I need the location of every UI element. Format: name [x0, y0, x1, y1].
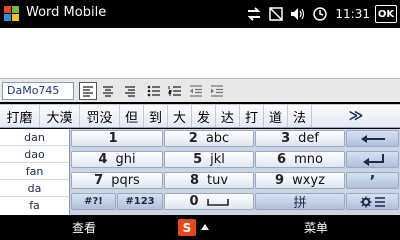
pinyin-option[interactable]: da [0, 180, 69, 197]
status-area[interactable]: 11:31 [245, 4, 370, 24]
ime-logo-icon[interactable]: S [178, 219, 196, 236]
candidate-item[interactable]: 大 [168, 105, 192, 127]
enter-icon [362, 153, 384, 166]
numbered-list-icon[interactable] [166, 82, 184, 100]
pinyin-mode-key[interactable]: 拼 [255, 193, 345, 211]
align-right-icon[interactable] [121, 82, 139, 100]
format-toolbar: DaMo745 [0, 78, 400, 102]
candidate-item[interactable]: 法 [288, 105, 312, 127]
enter-key[interactable] [346, 151, 399, 168]
key-8[interactable]: 8 tuv [164, 172, 254, 189]
bullet-list-icon[interactable] [145, 82, 163, 100]
backspace-key[interactable] [346, 130, 399, 147]
pinyin-option[interactable]: dan [0, 129, 69, 146]
candidate-item[interactable]: 打磨 [0, 105, 40, 127]
settings-key[interactable] [346, 193, 399, 210]
indent-icon[interactable] [208, 82, 226, 100]
candidate-item[interactable]: 到 [144, 105, 168, 127]
align-center-icon[interactable] [99, 82, 117, 100]
sync-icon [245, 5, 263, 23]
settings-icon [360, 196, 385, 207]
key-9[interactable]: 9 wxyz [255, 172, 345, 189]
key-0-space[interactable]: 0 [164, 193, 254, 210]
caret-up-icon[interactable] [199, 221, 211, 233]
more-candidates-button[interactable]: ≫ [312, 105, 400, 127]
candidate-item[interactable]: 打 [240, 105, 264, 127]
symbol-key[interactable]: #?! [71, 193, 116, 210]
key-3[interactable]: 3 def [255, 130, 345, 147]
key-6[interactable]: 6 mno [255, 151, 345, 168]
volume-icon [289, 5, 307, 23]
key-2[interactable]: 2 abc [164, 130, 254, 147]
pinyin-option[interactable]: dao [0, 146, 69, 163]
ok-button[interactable]: OK [375, 5, 397, 23]
pinyin-option[interactable]: fa [0, 197, 69, 214]
space-icon [206, 198, 229, 206]
backspace-icon [360, 134, 385, 143]
clock-icon [311, 5, 329, 23]
menu-softkey[interactable]: 菜单 [304, 219, 328, 236]
title-bar: Word Mobile 11:31 OK [0, 0, 400, 28]
candidate-item[interactable]: 罚没 [80, 105, 120, 127]
candidate-item[interactable]: 道 [264, 105, 288, 127]
number-mode-key[interactable]: #123 [117, 193, 163, 210]
candidate-item[interactable]: 但 [120, 105, 144, 127]
view-softkey[interactable]: 查看 [72, 219, 96, 236]
pinyin-option[interactable]: fan [0, 163, 69, 180]
key-4[interactable]: 4 ghi [71, 151, 163, 168]
pinyin-keypad: dan dao fan da fa 1 2 abc 3 def 4 ghi 5 … [0, 129, 400, 215]
pinyin-suggestion-list: dan dao fan da fa [0, 129, 70, 215]
key-5[interactable]: 5 jkl [164, 151, 254, 168]
apostrophe-key[interactable]: ’ [346, 172, 399, 190]
font-selector[interactable]: DaMo745 [2, 82, 74, 100]
candidate-bar: 打磨 大漠 罚没 但 到 大 发 达 打 道 法 ≫ [0, 104, 400, 128]
softkey-bar: 查看 S 菜单 [0, 215, 400, 240]
candidate-item[interactable]: 达 [216, 105, 240, 127]
no-signal-icon [267, 5, 285, 23]
app-title: Word Mobile [26, 5, 107, 20]
windows-logo-icon[interactable] [4, 6, 20, 22]
key-7[interactable]: 7 pqrs [71, 172, 163, 189]
document-editor[interactable] [0, 28, 400, 78]
clock-time: 11:31 [335, 7, 370, 21]
outdent-icon[interactable] [187, 82, 205, 100]
align-left-icon[interactable] [79, 82, 97, 100]
candidate-item[interactable]: 大漠 [40, 105, 80, 127]
candidate-item[interactable]: 发 [192, 105, 216, 127]
key-1[interactable]: 1 [71, 130, 163, 147]
